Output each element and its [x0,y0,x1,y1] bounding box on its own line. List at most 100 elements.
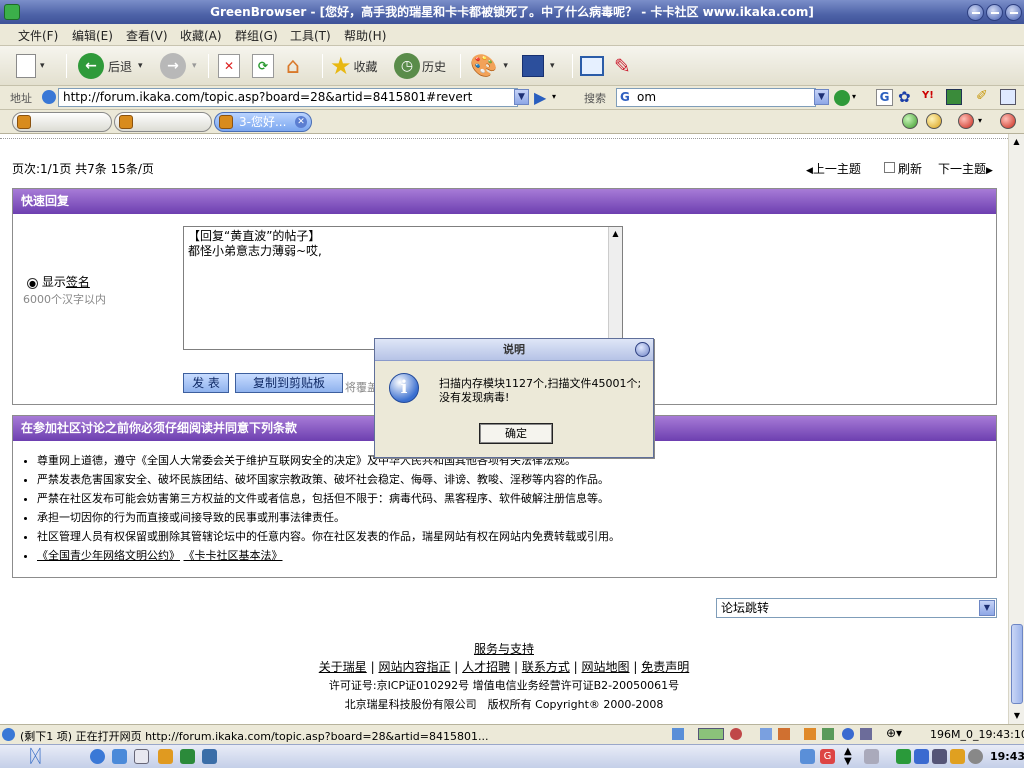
popup-block-icon[interactable] [730,728,742,740]
footer-link-disclaimer[interactable]: 免责声明 [641,660,689,674]
green-light-icon[interactable] [902,113,918,129]
tray-pc-icon[interactable] [932,749,947,764]
prev-topic-link[interactable]: ◀上一主题 [806,160,861,177]
next-topic-link[interactable]: 下一主题▶ [938,160,993,177]
forum-jump-select[interactable]: 论坛跳转 ▼ [716,598,997,618]
tab-1[interactable] [12,112,112,132]
menu-help[interactable]: 帮助(H) [344,27,386,44]
taskbar-g-icon[interactable]: G [820,749,835,764]
url-input[interactable]: http://forum.ikaka.com/topic.asp?board=2… [58,88,518,107]
reply-textarea[interactable]: 【回复“黄直波”的帖子】 都怪小弟意志力薄弱~哎, ▲ [183,226,623,350]
google-search-icon[interactable]: G [876,89,893,106]
footer-link-contact[interactable]: 联系方式 [522,660,570,674]
new-page-button[interactable]: ▾ [16,51,45,81]
yahoo-icon[interactable]: Y! [922,90,934,101]
proxy-toggle-icon[interactable] [698,728,724,740]
tab-close-icon[interactable]: ✕ [295,116,307,128]
kaka-basic-law-link[interactable]: 《卡卡社区基本法》 [184,549,283,562]
close-menu-dropdown-icon[interactable]: ▾ [978,116,982,125]
quicklaunch-rising-icon[interactable] [158,749,173,764]
go-dropdown-icon[interactable]: ▾ [552,92,556,101]
quicklaunch-ie-icon[interactable] [90,749,105,764]
taskbar-window-icon[interactable] [800,749,815,764]
youth-convention-link[interactable]: 《全国青少年网络文明公约》 [37,549,180,562]
home-button[interactable]: ⌂ [286,51,300,81]
menu-tools[interactable]: 工具(T) [290,27,331,44]
close-button[interactable] [1005,4,1022,21]
favorites-button[interactable]: ★ 收藏 [330,51,378,81]
back-button[interactable]: ← 后退 ▾ [78,51,143,81]
minimize-button[interactable] [967,4,984,21]
forward-button[interactable]: → ▾ [160,51,197,81]
scroll-up-arrow-icon[interactable]: ▲ [1009,134,1024,150]
dialog-close-icon[interactable] [635,342,650,357]
copy-clipboard-button[interactable]: 复制到剪贴板 [235,373,343,393]
tray-monitor-icon[interactable] [914,749,929,764]
script-toggle-icon[interactable] [804,728,816,740]
search-go-dropdown-icon[interactable]: ▾ [852,92,856,101]
search-dropdown-arrow[interactable]: ▼ [814,89,829,105]
show-signature-option[interactable]: ● 显示签名 [27,273,90,290]
image-toggle-icon[interactable] [760,728,772,740]
service-support-link[interactable]: 服务与支持 [474,642,534,656]
menu-edit[interactable]: 编辑(E) [72,27,113,44]
red-light-icon[interactable] [958,113,974,129]
download-icon[interactable] [672,728,684,740]
footer-link-about[interactable]: 关于瑞星 [319,660,367,674]
quicklaunch-shield-icon[interactable] [202,749,217,764]
keyboard-icon[interactable] [864,749,879,764]
ie-mode-icon[interactable] [842,728,854,740]
scroll-thumb[interactable] [1011,624,1023,704]
scroll-up-arrow-icon[interactable]: ▲ [609,227,622,241]
find-page-icon[interactable] [1000,89,1016,105]
textarea-scrollbar[interactable]: ▲ [608,227,622,349]
start-butterfly-icon[interactable]: ᛞ [30,746,41,767]
menu-view[interactable]: 查看(V) [126,27,168,44]
flash-toggle-icon[interactable] [778,728,790,740]
menu-favorites[interactable]: 收藏(A) [180,27,222,44]
search-input[interactable]: G om [616,88,816,107]
taskbar-scroll-icon[interactable]: ▲ ▼ [844,747,852,767]
signature-link[interactable]: 签名 [66,275,90,289]
tray-clock-icon[interactable] [968,749,983,764]
ok-button[interactable]: 确定 [479,423,553,444]
footer-link-sitemap[interactable]: 网站地图 [582,660,630,674]
search-go-icon[interactable] [834,90,850,106]
quicklaunch-green-icon[interactable] [180,749,195,764]
tab-3-active[interactable]: 3-您好... ✕ [214,112,312,132]
page-scrollbar[interactable]: ▲ ▼ [1008,134,1024,724]
menu-file[interactable]: 文件(F) [18,27,58,44]
save-button[interactable]: ▾ [522,51,555,81]
submit-button[interactable]: 发 表 [183,373,229,393]
quicklaunch-desktop-icon[interactable] [134,749,149,764]
forum-jump-arrow-icon[interactable]: ▼ [979,600,995,616]
search-engine-icon[interactable] [946,89,962,105]
skin-button[interactable]: 🎨 ▾ [470,51,508,81]
tab-2[interactable] [114,112,212,132]
refresh-button[interactable]: ⟳ [252,51,274,81]
quicklaunch-app-icon[interactable] [112,749,127,764]
history-button[interactable]: ◷ 历史 [394,51,446,81]
tray-network-icon[interactable] [896,749,911,764]
footer-link-jobs[interactable]: 人才招聘 [462,660,510,674]
baidu-paw-icon[interactable]: ✿ [898,88,911,106]
yellow-light-icon[interactable] [926,113,942,129]
menu-groups[interactable]: 群组(G) [235,27,278,44]
footer: 服务与支持 关于瑞星 | 网站内容指正 | 人才招聘 | 联系方式 | 网站地图… [0,640,1008,714]
printer-icon[interactable] [860,728,872,740]
zoom-icon[interactable]: ⊕▾ [886,726,902,740]
url-dropdown-arrow[interactable]: ▼ [514,89,529,105]
close-tab-light-icon[interactable] [1000,113,1016,129]
stop-button[interactable]: ✕ [218,51,240,81]
notes-button[interactable]: ✎ [614,51,631,81]
highlighter-icon[interactable]: ✐ [976,88,988,104]
go-icon[interactable]: ▶ [534,88,546,107]
fullscreen-button[interactable] [580,51,604,81]
footer-link-correction[interactable]: 网站内容指正 [378,660,450,674]
history-clock-icon: ◷ [394,53,420,79]
maximize-button[interactable] [986,4,1003,21]
scroll-down-arrow-icon[interactable]: ▼ [1009,708,1024,724]
tray-warning-icon[interactable] [950,749,965,764]
refresh-link[interactable]: 刷新 [884,160,922,177]
checkmark-icon[interactable] [822,728,834,740]
